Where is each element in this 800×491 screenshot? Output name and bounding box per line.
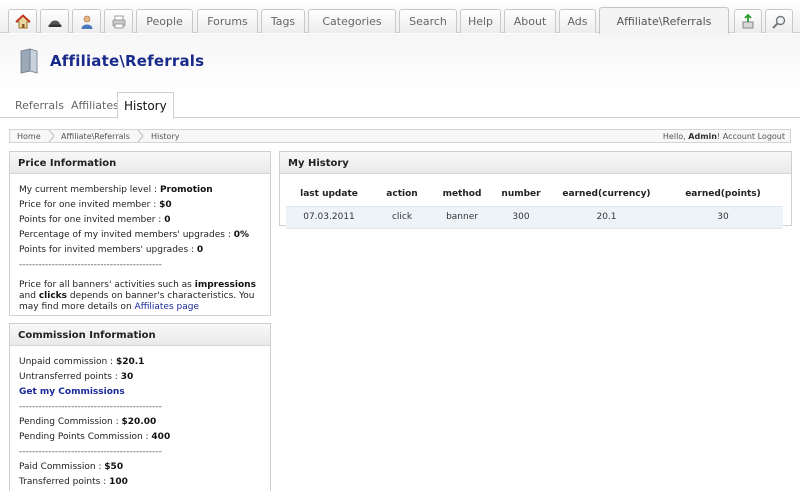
table-cell: 300 <box>492 205 550 229</box>
table-cell: 20.1 <box>550 205 663 229</box>
history-table: last update action method number earned(… <box>286 182 783 229</box>
column-header: earned(points) <box>685 188 761 199</box>
points-per-member-row: Points for one invited member : 0 <box>19 215 171 225</box>
account-link[interactable]: Account <box>723 132 755 141</box>
user-icon <box>81 15 92 29</box>
pending-commission-row: Pending Commission : $20.00 <box>19 417 157 427</box>
panel-title: Price Information <box>10 152 270 174</box>
subtab-history[interactable]: History <box>117 92 174 119</box>
hat-icon <box>48 20 61 27</box>
table-cell: banner <box>432 205 492 229</box>
tab-tags[interactable]: Tags <box>261 9 305 33</box>
breadcrumb-affiliate[interactable]: Affiliate\Referrals <box>61 132 130 141</box>
table-cell: click <box>372 205 432 229</box>
upgrade-points-row: Points for invited members' upgrades : 0 <box>19 245 204 255</box>
printer-icon <box>112 15 125 28</box>
tab-search-icon[interactable] <box>765 9 793 33</box>
commission-information-panel: Commission Information Unpaid commission… <box>9 323 271 491</box>
page-title: Affiliate\Referrals <box>50 52 205 70</box>
my-history-panel: My History last update action method num… <box>279 151 792 229</box>
username: Admin <box>688 132 717 141</box>
transferred-points-row: Transferred points : 100 <box>19 477 128 487</box>
subtab-referrals[interactable]: Referrals <box>15 99 64 112</box>
sub-tab-bar: Referrals Affiliates History <box>0 92 800 119</box>
tab-about[interactable]: About <box>504 9 556 33</box>
tab-add-page[interactable] <box>734 9 762 33</box>
breadcrumb-separator-icon <box>137 130 144 142</box>
column-header: last update <box>300 188 358 199</box>
panel-title: My History <box>280 152 791 174</box>
home-icon <box>14 13 31 28</box>
price-information-panel: Price Information My current membership … <box>9 151 271 316</box>
separator: ----------------------------------------… <box>19 260 162 270</box>
separator: ----------------------------------------… <box>19 447 162 457</box>
tab-categories[interactable]: Categories <box>308 9 396 33</box>
banner-price-note: Price for all banners' activities such a… <box>19 280 256 312</box>
unpaid-commission-row: Unpaid commission : $20.1 <box>19 357 145 367</box>
paid-commission-row: Paid Commission : $50 <box>19 462 124 472</box>
column-header: earned(currency) <box>562 188 651 199</box>
tab-help[interactable]: Help <box>460 9 501 33</box>
table-header-row: last update action method number earned(… <box>286 182 783 206</box>
logout-link[interactable]: Logout <box>758 132 785 141</box>
membership-level-row: My current membership level : Promotion <box>19 185 213 195</box>
upgrade-percentage-row: Percentage of my invited members' upgrad… <box>19 230 250 240</box>
tab-ads[interactable]: Ads <box>559 9 596 33</box>
tab-user[interactable] <box>72 9 101 33</box>
tab-people[interactable]: People <box>136 9 193 33</box>
tab-home[interactable] <box>8 9 37 33</box>
table-cell: 07.03.2011 <box>286 205 372 229</box>
tab-affiliate-referrals[interactable]: Affiliate\Referrals <box>599 7 729 34</box>
pending-points-row: Pending Points Commission : 400 <box>19 432 171 442</box>
tab-forums[interactable]: Forums <box>197 9 258 33</box>
untransferred-points-row: Untransferred points : 30 <box>19 372 134 382</box>
page-header: Affiliate\Referrals <box>0 34 800 92</box>
tab-printer[interactable] <box>104 9 133 33</box>
breadcrumb-separator-icon <box>48 130 55 142</box>
add-page-icon <box>742 13 754 28</box>
search-icon <box>772 15 786 29</box>
tab-hat[interactable] <box>40 9 69 33</box>
table-cell: 30 <box>663 205 783 229</box>
breadcrumb-history: History <box>151 132 180 141</box>
column-header: method <box>442 188 482 199</box>
get-commissions-link[interactable]: Get my Commissions <box>19 385 261 400</box>
breadcrumb: Home Affiliate\Referrals History Hello, … <box>9 129 791 143</box>
column-header: action <box>386 188 418 199</box>
top-navigation-bar: People Forums Tags Categories Search Hel… <box>0 0 800 34</box>
affiliates-page-link[interactable]: Affiliates page <box>135 302 199 312</box>
tab-search[interactable]: Search <box>399 9 457 33</box>
price-per-member-row: Price for one invited member : $0 <box>19 200 172 210</box>
breadcrumb-home[interactable]: Home <box>17 132 41 141</box>
panel-title: Commission Information <box>10 324 270 346</box>
column-header: number <box>501 188 541 199</box>
user-greeting: Hello, Admin! Account Logout <box>662 132 785 141</box>
table-row: 07.03.2011 click banner 300 20.1 30 <box>286 205 783 229</box>
book-icon <box>20 48 38 74</box>
separator: ----------------------------------------… <box>19 402 162 412</box>
subtab-affiliates[interactable]: Affiliates <box>71 99 119 112</box>
